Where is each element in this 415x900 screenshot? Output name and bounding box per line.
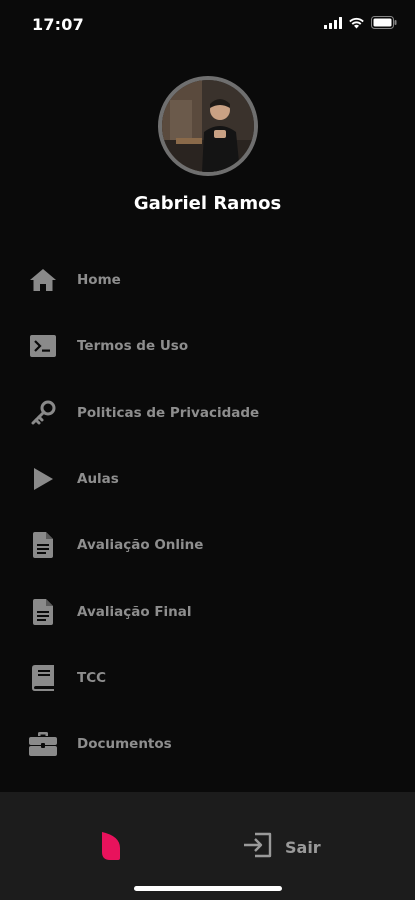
home-indicator[interactable] bbox=[134, 886, 282, 891]
menu-item-documentos[interactable]: Documentos bbox=[0, 711, 415, 777]
sign-out-icon bbox=[243, 832, 273, 862]
menu-item-termos-de-uso[interactable]: Termos de Uso bbox=[0, 313, 415, 379]
battery-icon bbox=[371, 16, 397, 29]
menu-item-label: Aulas bbox=[77, 471, 119, 488]
menu-item-label: Documentos bbox=[77, 736, 172, 753]
logout-label: Sair bbox=[285, 837, 321, 857]
bottom-bar: Sair bbox=[0, 792, 415, 900]
menu-item-politicas-de-privacidade[interactable]: Politicas de Privacidade bbox=[0, 380, 415, 446]
briefcase-icon bbox=[29, 730, 57, 758]
document-icon bbox=[29, 598, 57, 626]
side-menu: Home Termos de Uso Politicas de Privacid… bbox=[0, 247, 415, 777]
logout-button[interactable]: Sair bbox=[243, 832, 321, 862]
home-icon bbox=[29, 266, 57, 294]
book-icon bbox=[29, 664, 57, 692]
status-time: 17:07 bbox=[32, 15, 84, 34]
menu-item-avaliacao-final[interactable]: Avaliação Final bbox=[0, 578, 415, 644]
wifi-icon bbox=[348, 17, 365, 29]
terminal-icon bbox=[29, 332, 57, 360]
avatar[interactable] bbox=[158, 76, 258, 176]
menu-item-aulas[interactable]: Aulas bbox=[0, 446, 415, 512]
menu-item-label: Politicas de Privacidade bbox=[77, 404, 260, 421]
app-screen: 17:07 Gabriel Ramos Home Termos de Uso P… bbox=[0, 0, 415, 900]
menu-item-label: Termos de Uso bbox=[77, 338, 189, 355]
menu-item-tcc[interactable]: TCC bbox=[0, 645, 415, 711]
menu-item-label: Avaliação Online bbox=[77, 537, 204, 554]
play-icon bbox=[29, 465, 57, 493]
document-icon bbox=[29, 531, 57, 559]
menu-item-label: TCC bbox=[77, 669, 107, 686]
menu-item-label: Home bbox=[77, 272, 121, 289]
profile-name: Gabriel Ramos bbox=[133, 193, 282, 214]
menu-item-label: Avaliação Final bbox=[77, 603, 192, 620]
cellular-signal-icon bbox=[324, 16, 342, 29]
key-icon bbox=[29, 399, 57, 427]
status-bar: 17:07 bbox=[0, 0, 415, 50]
menu-item-home[interactable]: Home bbox=[0, 247, 415, 313]
brand-logo-icon[interactable] bbox=[100, 832, 122, 860]
status-icons bbox=[324, 16, 397, 29]
menu-item-avaliacao-online[interactable]: Avaliação Online bbox=[0, 512, 415, 578]
